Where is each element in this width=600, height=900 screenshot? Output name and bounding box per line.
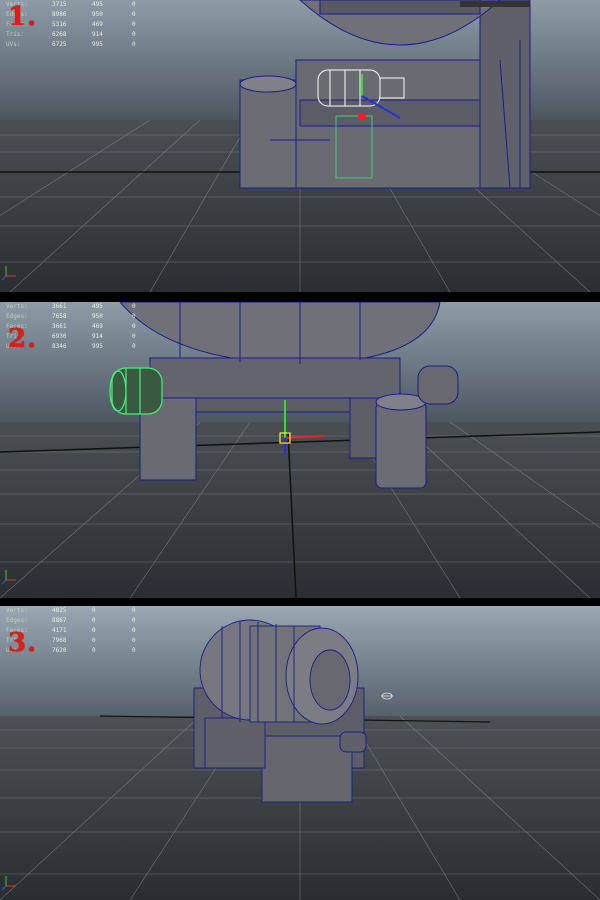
panel-divider	[0, 292, 600, 302]
selected-motor-green	[109, 367, 163, 415]
view-axis-icon	[1, 266, 16, 281]
viewport-panel-3[interactable]: Verts: 4825 0 0 Edges: 8867 0 0 Faces: 4171 0 0 T…	[0, 606, 600, 900]
hud-row-verts: Verts: 3661 495 0	[6, 303, 136, 310]
viewport-panel-2[interactable]: Verts: 3661 495 0 Edges: 7658 950 0 Faces: 3661…	[0, 302, 600, 598]
hud-row-uvs: UVs: 6725 995 0	[6, 41, 136, 48]
hud-row-edges: Edges: 7658 950 0	[6, 313, 136, 320]
step-number: 1.	[8, 2, 38, 32]
hud-row-verts: Verts: 4825 0 0	[6, 607, 136, 614]
viewport-panel-1[interactable]: Verts: 3715 495 0 Edges: 8986 950 0 Faces: 5316…	[0, 0, 600, 292]
panel-divider	[0, 598, 600, 606]
step-number: 3.	[8, 628, 38, 658]
view-axis-icon	[1, 876, 16, 891]
hud-row-edges: Edges: 8867 0 0	[6, 617, 136, 624]
view-axis-icon	[1, 570, 16, 585]
step-number: 2.	[8, 324, 38, 354]
